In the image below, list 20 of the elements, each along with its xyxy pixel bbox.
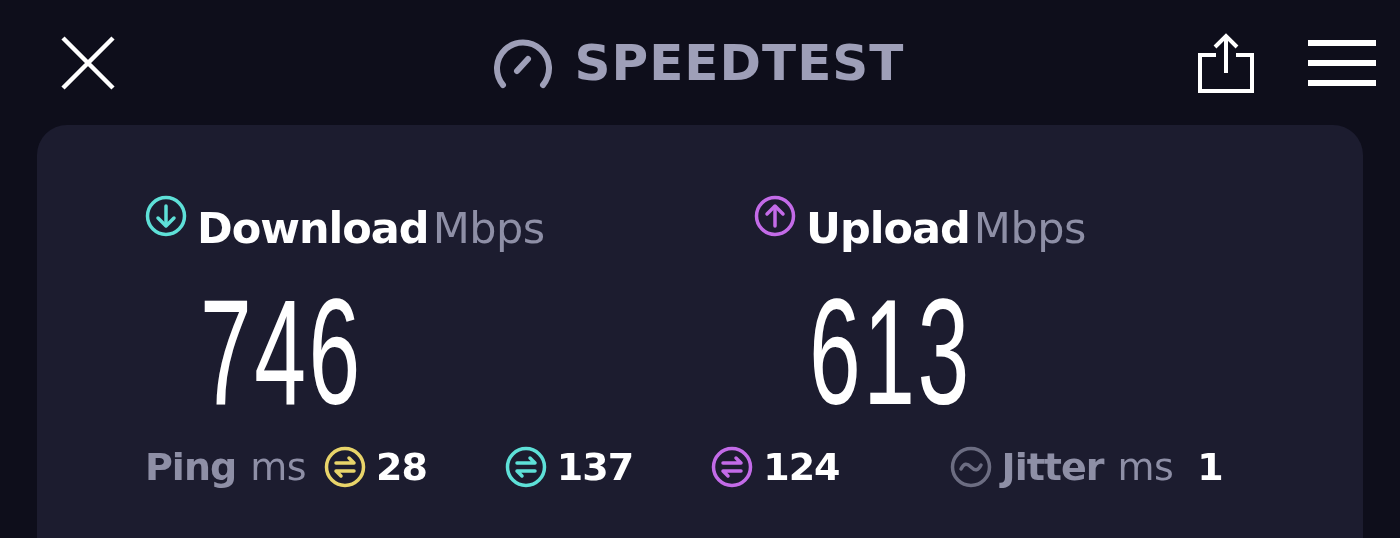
unit-label: ms — [250, 445, 306, 489]
menu-icon[interactable] — [1308, 39, 1376, 86]
jitter-value: 1 — [1197, 445, 1223, 489]
unit-label: ms — [1117, 445, 1174, 489]
close-icon[interactable] — [60, 34, 116, 91]
unit-label: Mbps — [973, 203, 1086, 253]
speed-value: 613 — [809, 277, 972, 427]
speed-value: 746 — [200, 277, 363, 427]
ping-label: Ping — [145, 445, 237, 489]
ping-value: 28 — [375, 445, 427, 489]
app-title: SPEEDTEST — [574, 33, 905, 92]
result-label: Upload — [806, 203, 970, 253]
gauge-icon — [492, 36, 553, 89]
wave-icon — [949, 446, 992, 488]
unit-label: Mbps — [432, 203, 545, 253]
share-icon[interactable] — [1196, 32, 1256, 93]
result-label: Download — [197, 203, 429, 253]
jitter-label: Jitter — [1001, 445, 1104, 489]
ping-value: 137 — [556, 445, 634, 489]
ping-value: 124 — [763, 445, 840, 489]
